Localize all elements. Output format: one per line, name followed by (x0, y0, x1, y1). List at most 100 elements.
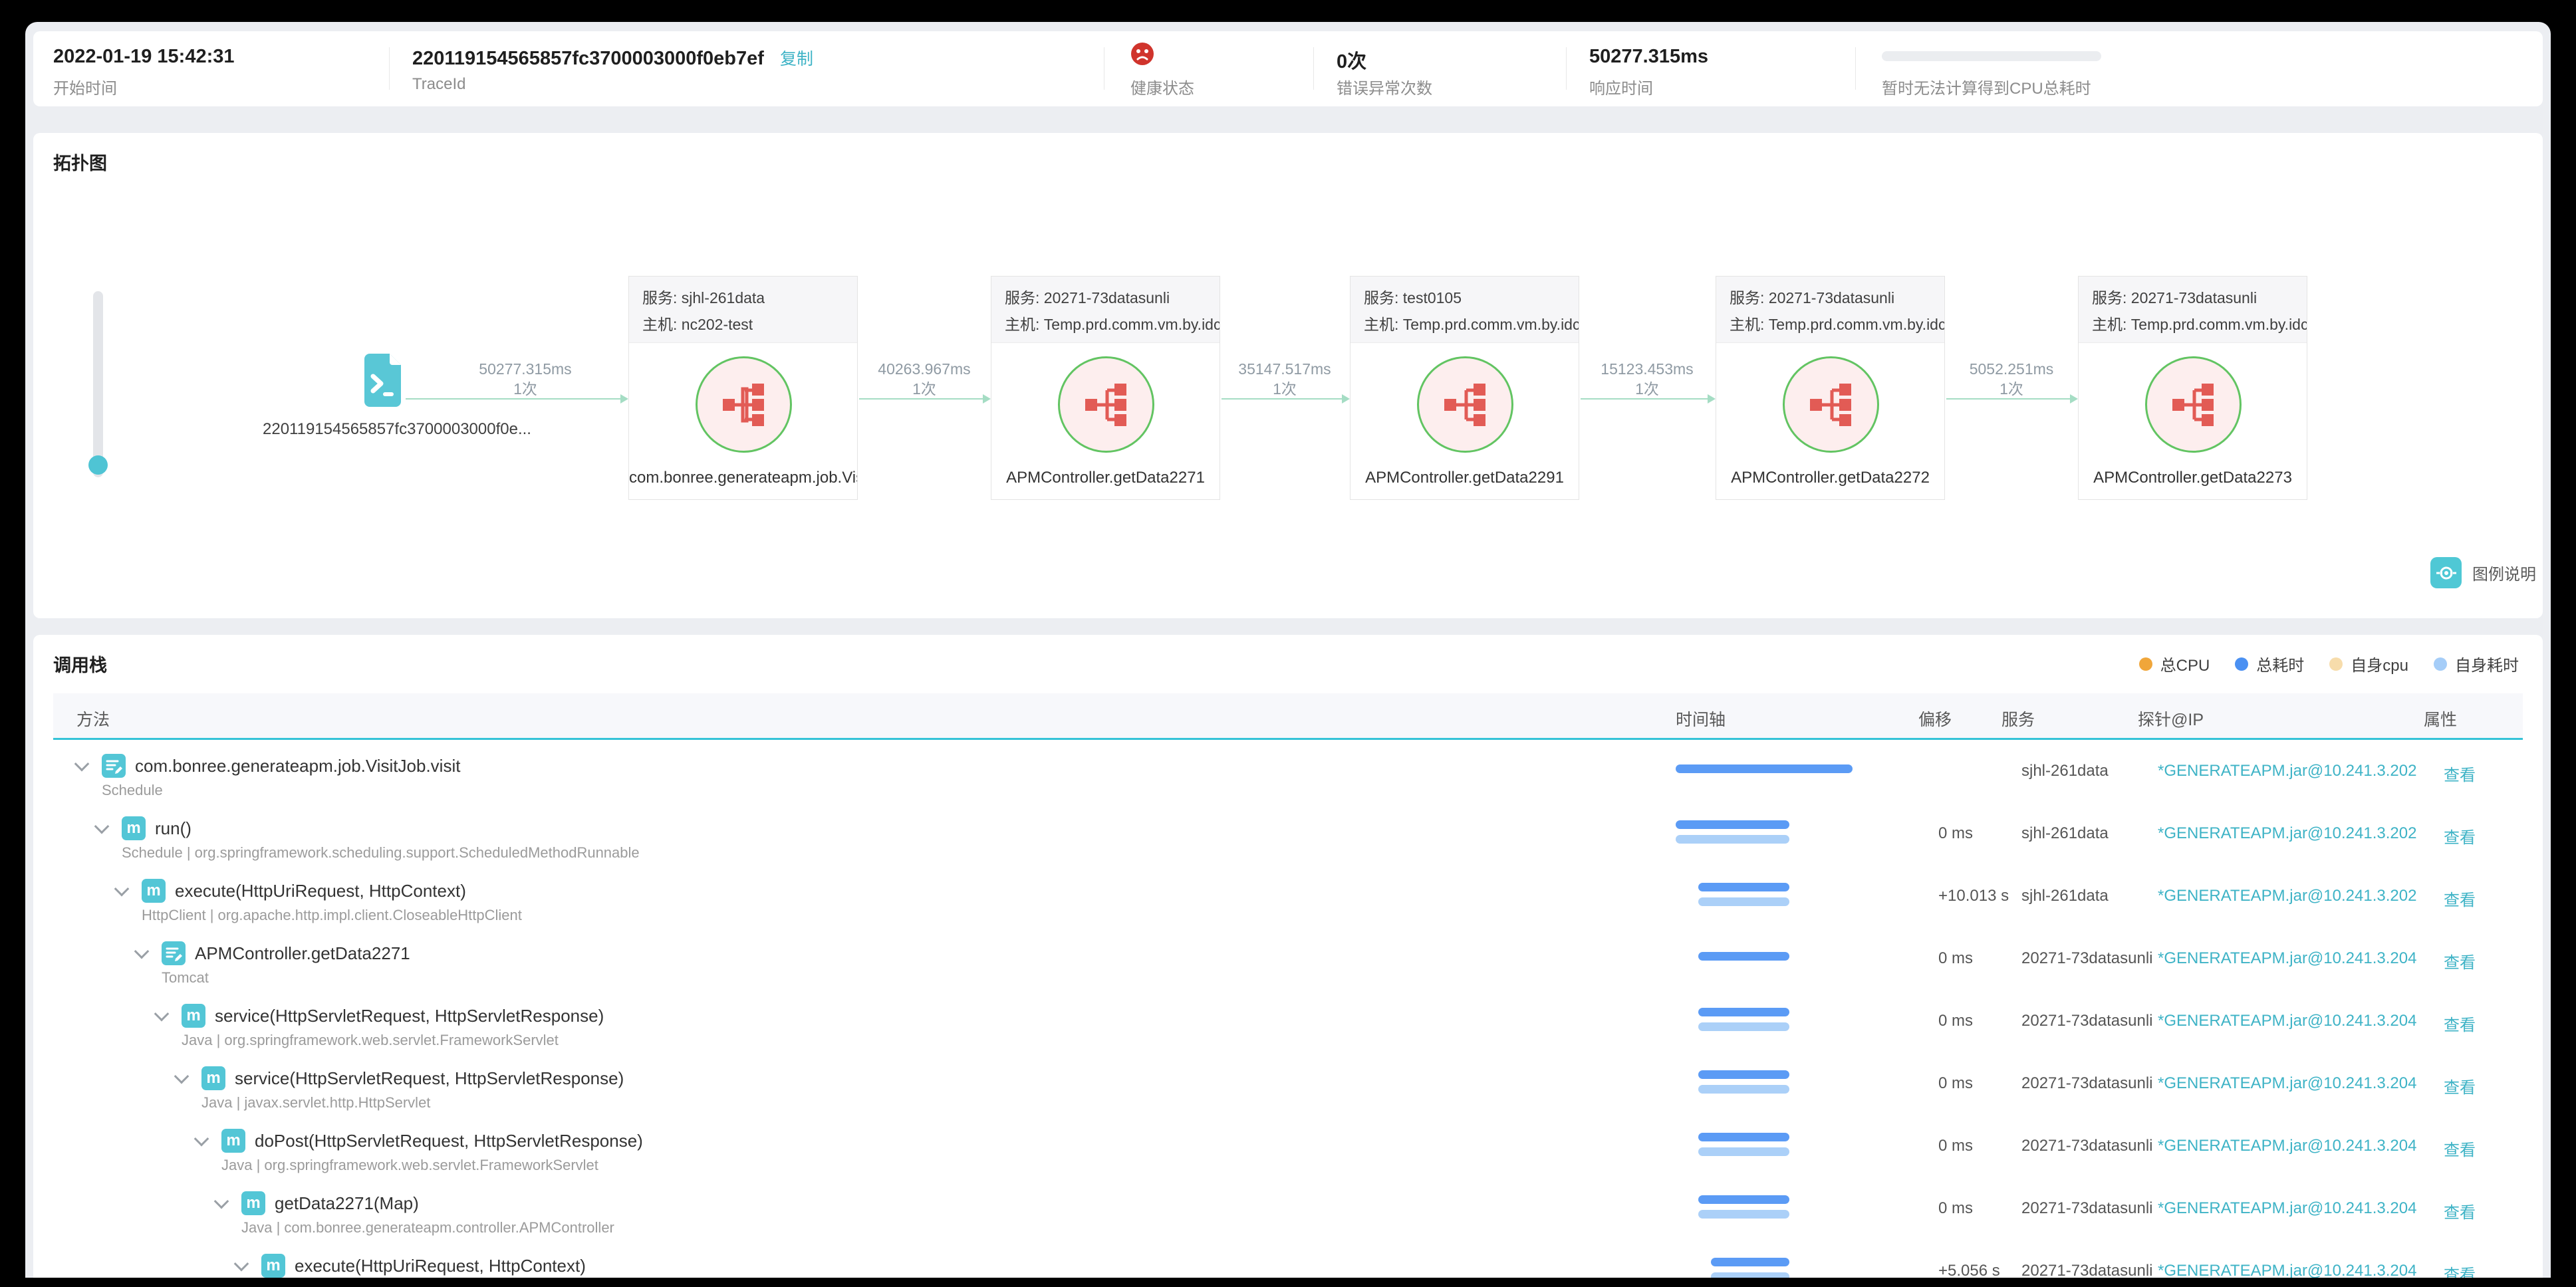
timeline-bars (1676, 935, 1928, 997)
call-stack-row[interactable]: m run() Schedule | org.springframework.s… (53, 810, 2523, 872)
view-attributes-link[interactable]: 查看 (2444, 887, 2476, 910)
self-time-bar (1698, 1210, 1789, 1219)
call-stack-row[interactable]: m doPost(HttpServletRequest, HttpServlet… (53, 1122, 2523, 1185)
call-stack-row[interactable]: m getData2271(Map) Java | com.bonree.gen… (53, 1185, 2523, 1247)
topology-card: 拓扑图 220119154565857fc3700003000f0e... 50… (33, 133, 2543, 618)
topology-node[interactable]: 服务: sjhl-261data 主机: nc202-test com.bonr… (628, 276, 858, 500)
timeline-bars (1676, 810, 1928, 872)
view-attributes-link[interactable]: 查看 (2444, 1074, 2476, 1098)
view-attributes-link[interactable]: 查看 (2444, 1199, 2476, 1223)
call-stack-row[interactable]: com.bonree.generateapm.job.VisitJob.visi… (53, 747, 2523, 810)
self-time-bar (1676, 835, 1789, 844)
call-stack-row[interactable]: m service(HttpServletRequest, HttpServle… (53, 1060, 2523, 1122)
edge-count: 1次 (1273, 380, 1297, 398)
legend-label: 自身耗时 (2455, 657, 2519, 675)
total-time-bar (1711, 1258, 1789, 1266)
legend-label: 总耗时 (2256, 657, 2305, 675)
probe-ip-link[interactable]: *GENERATEAPM.jar@10.241.3.204 (2158, 1199, 2444, 1218)
topology-node[interactable]: 服务: 20271-73datasunli 主机: Temp.prd.comm.… (2078, 276, 2307, 500)
col-offset: 偏移 (1918, 711, 1952, 729)
call-stack-card: 调用栈 总CPU 总耗时 自身cpu 自身耗时 方法 时间轴 偏移 服务 探针@… (33, 635, 2543, 1278)
legend-help-button[interactable]: 图例说明 (2430, 557, 2536, 588)
chevron-down-icon[interactable] (174, 1068, 190, 1084)
topology-node[interactable]: 服务: 20271-73datasunli 主机: Temp.prd.comm.… (1716, 276, 1945, 500)
probe-ip-link[interactable]: *GENERATEAPM.jar@10.241.3.204 (2158, 1012, 2444, 1030)
col-method: 方法 (76, 711, 110, 729)
zoom-slider-handle[interactable] (88, 455, 108, 475)
job-document-icon (102, 754, 126, 778)
node-method: APMController.getData2291 (1365, 469, 1564, 487)
topology-node[interactable]: 服务: 20271-73datasunli 主机: Temp.prd.comm.… (991, 276, 1220, 500)
chevron-down-icon[interactable] (233, 1256, 249, 1272)
call-stack-row[interactable]: m execute(HttpUriRequest, HttpContext) H… (53, 872, 2523, 935)
probe-ip-link[interactable]: *GENERATEAPM.jar@10.241.3.202 (2158, 887, 2444, 905)
view-attributes-link[interactable]: 查看 (2444, 1137, 2476, 1160)
node-method: APMController.getData2272 (1731, 469, 1930, 487)
call-stack-row[interactable]: m execute(HttpUriRequest, HttpContext) +… (53, 1247, 2523, 1278)
probe-ip-link[interactable]: *GENERATEAPM.jar@10.241.3.204 (2158, 1074, 2444, 1093)
probe-ip-link[interactable]: *GENERATEAPM.jar@10.241.3.204 (2158, 949, 2444, 968)
method-name: APMController.getData2271 (195, 943, 410, 963)
call-stack-row[interactable]: APMController.getData2271 Tomcat 0 ms 20… (53, 935, 2523, 997)
topology-node[interactable]: 服务: test0105 主机: Temp.prd.comm.vm.by.idc… (1350, 276, 1579, 500)
method-detail: Java | com.bonree.generateapm.controller… (241, 1219, 614, 1236)
chevron-down-icon[interactable] (114, 881, 130, 897)
total-time-bar (1676, 764, 1853, 773)
total-time-bar (1698, 1008, 1789, 1016)
service-instance-icon[interactable] (1058, 356, 1154, 453)
service-name: 20271-73datasunli (2021, 1074, 2153, 1092)
timeline-bars (1676, 1122, 1928, 1185)
legend-label: 自身cpu (2351, 657, 2408, 675)
health-label: 健康状态 (1130, 80, 1194, 98)
service-instance-icon[interactable] (1417, 356, 1513, 453)
self-cpu-dot (2329, 657, 2343, 671)
node-service: 服务: test0105 (1364, 289, 1462, 306)
chevron-down-icon[interactable] (193, 1131, 209, 1147)
method-detail: Java | org.springframework.web.servlet.F… (221, 1157, 598, 1173)
view-attributes-link[interactable]: 查看 (2444, 762, 2476, 785)
probe-ip-link[interactable]: *GENERATEAPM.jar@10.241.3.202 (2158, 824, 2444, 843)
view-attributes-link[interactable]: 查看 (2444, 824, 2476, 848)
service-instance-icon[interactable] (696, 356, 792, 453)
method-detail: Schedule (102, 782, 163, 798)
service-name: 20271-73datasunli (2021, 1262, 2153, 1278)
node-host: 主机: Temp.prd.comm.vm.by.idc.b... (1364, 316, 1579, 333)
method-name: execute(HttpUriRequest, HttpContext) (295, 1255, 586, 1276)
chevron-down-icon[interactable] (213, 1193, 229, 1209)
service-instance-icon[interactable] (2145, 356, 2242, 453)
service-instance-icon[interactable] (1783, 356, 1879, 453)
method-name: execute(HttpUriRequest, HttpContext) (175, 880, 466, 901)
error-count-label: 错误异常次数 (1337, 80, 1432, 98)
start-time-value: 2022-01-19 15:42:31 (53, 46, 235, 67)
method-name: getData2271(Map) (275, 1193, 419, 1213)
root-trace-label: 220119154565857fc3700003000f0e... (263, 420, 531, 438)
chevron-down-icon[interactable] (154, 1006, 170, 1022)
probe-ip-link[interactable]: *GENERATEAPM.jar@10.241.3.204 (2158, 1262, 2444, 1278)
legend-label: 总CPU (2160, 657, 2210, 675)
method-icon: m (142, 879, 166, 903)
view-attributes-link[interactable]: 查看 (2444, 1262, 2476, 1278)
view-attributes-link[interactable]: 查看 (2444, 949, 2476, 973)
edge-count: 1次 (1999, 380, 2023, 398)
chevron-down-icon[interactable] (94, 818, 110, 834)
view-attributes-link[interactable]: 查看 (2444, 1012, 2476, 1035)
service-name: 20271-73datasunli (2021, 1199, 2153, 1217)
method-detail: Java | javax.servlet.http.HttpServlet (201, 1094, 431, 1111)
copy-traceid-button[interactable]: 复制 (780, 50, 813, 68)
probe-ip-link[interactable]: *GENERATEAPM.jar@10.241.3.202 (2158, 762, 2444, 780)
total-time-bar (1698, 883, 1789, 891)
total-time-bar (1676, 820, 1789, 829)
total-time-bar (1698, 1133, 1789, 1141)
chevron-down-icon[interactable] (134, 943, 150, 959)
method-icon: m (221, 1129, 245, 1153)
edge-duration: 5052.251ms (1969, 360, 2054, 378)
trace-script-icon[interactable] (364, 354, 401, 407)
zoom-slider[interactable] (88, 291, 108, 477)
probe-ip-link[interactable]: *GENERATEAPM.jar@10.241.3.204 (2158, 1137, 2444, 1155)
error-count-value: 0次 (1337, 51, 1367, 72)
call-stack-row[interactable]: m service(HttpServletRequest, HttpServle… (53, 997, 2523, 1060)
self-time-bar (1698, 897, 1789, 906)
chevron-down-icon[interactable] (74, 756, 90, 772)
timeline-bars (1676, 1185, 1928, 1247)
start-time-label: 开始时间 (53, 80, 117, 98)
